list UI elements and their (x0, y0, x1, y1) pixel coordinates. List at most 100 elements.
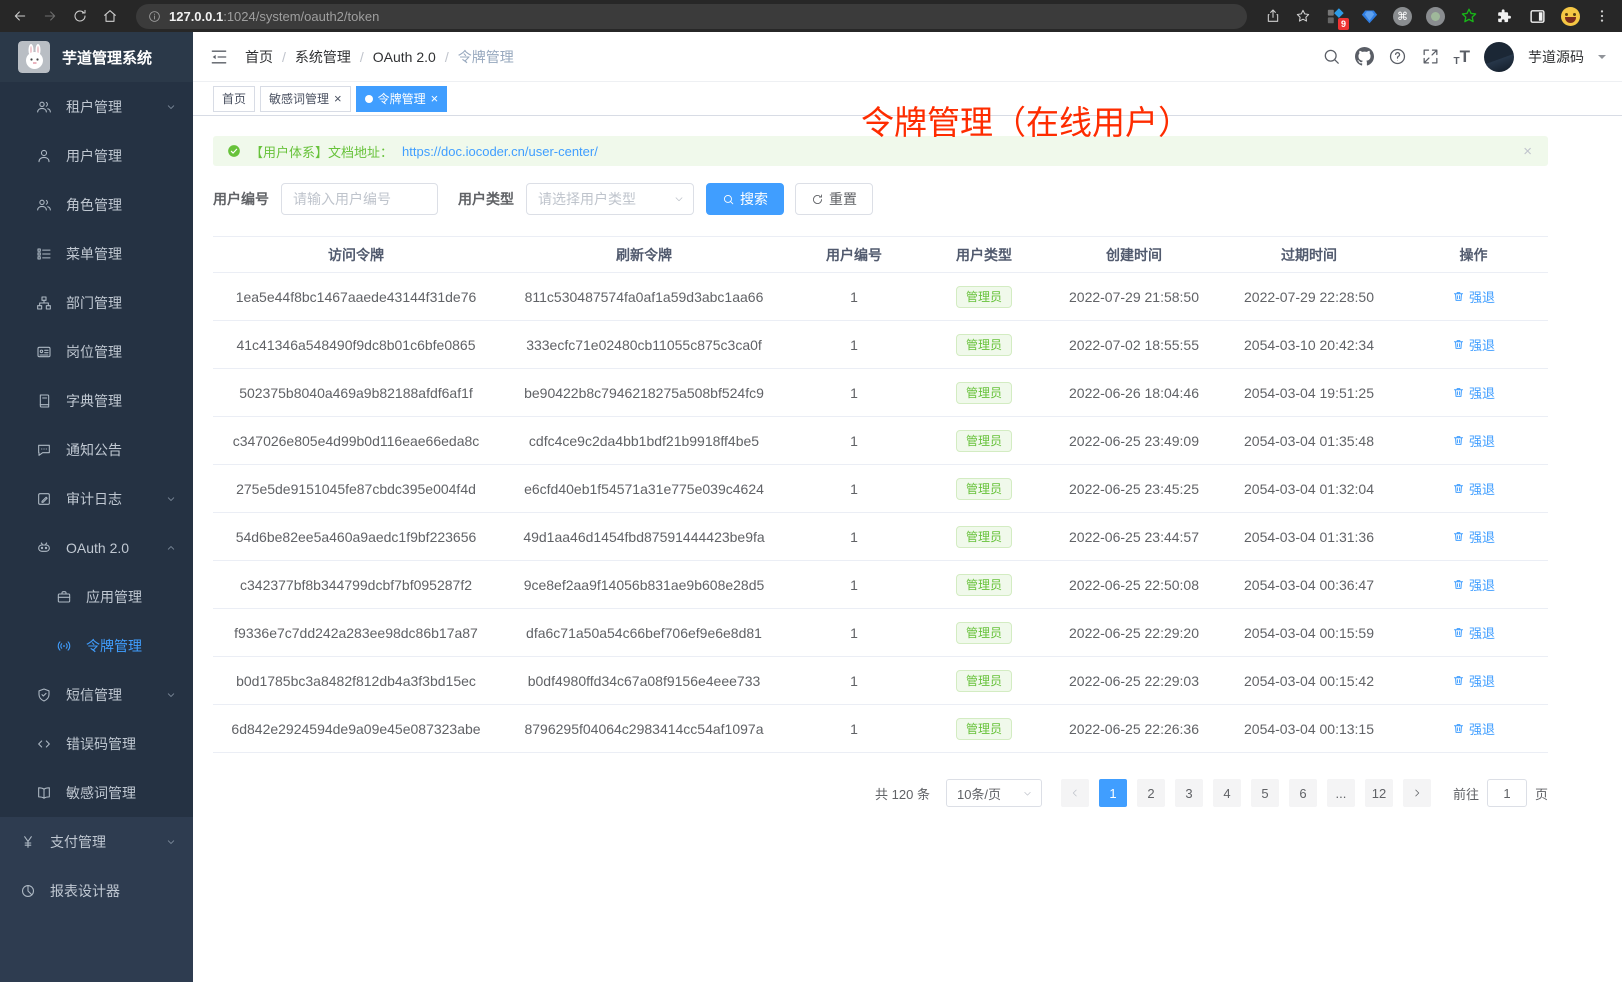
page-button-5[interactable]: 5 (1251, 779, 1279, 807)
doc-link[interactable]: https://doc.iocoder.cn/user-center/ (402, 144, 598, 159)
force-logout-button[interactable]: 强退 (1452, 719, 1495, 738)
page-button-6[interactable]: 6 (1289, 779, 1317, 807)
sidebar-item-post[interactable]: 岗位管理 (0, 327, 193, 376)
column-header: 操作 (1399, 237, 1548, 273)
app-logo[interactable]: 芋道管理系统 (0, 32, 193, 82)
breadcrumb-item[interactable]: OAuth 2.0 (373, 49, 436, 65)
font-size-icon[interactable]: TT (1454, 47, 1471, 67)
browser-home-icon[interactable] (102, 8, 118, 24)
share-icon[interactable] (1265, 8, 1281, 24)
sidebar-item-sms[interactable]: 短信管理 (0, 670, 193, 719)
pagination-more[interactable]: ... (1327, 779, 1355, 807)
github-icon[interactable] (1355, 47, 1374, 66)
sidebar-collapse-icon[interactable] (209, 47, 229, 67)
browser-menu-icon[interactable] (1594, 8, 1610, 24)
user-id-label: 用户编号 (213, 189, 269, 209)
browser-back-icon[interactable] (12, 8, 28, 24)
extension-gem-icon[interactable] (1359, 6, 1379, 26)
alert-close-icon[interactable]: × (1523, 143, 1532, 160)
tab-token[interactable]: 令牌管理× (356, 86, 448, 112)
refresh-token-cell: cdfc4ce9c2da4bb1bdf21b9918ff4be5 (499, 417, 789, 465)
sidebar-item-dict[interactable]: 字典管理 (0, 376, 193, 425)
force-logout-button[interactable]: 强退 (1452, 479, 1495, 498)
extension-record-icon[interactable] (1426, 7, 1445, 26)
goto-page-input[interactable] (1487, 779, 1527, 807)
sidebar-item-oauth2[interactable]: OAuth 2.0 (0, 523, 193, 572)
force-logout-label: 强退 (1469, 623, 1495, 642)
sidebar-menu: 租户管理用户管理角色管理菜单管理部门管理岗位管理字典管理通知公告审计日志OAut… (0, 82, 193, 915)
page-button-1[interactable]: 1 (1099, 779, 1127, 807)
page-button-12[interactable]: 12 (1365, 779, 1393, 807)
user-type-select[interactable]: 请选择用户类型 (526, 183, 694, 215)
table-body: 1ea5e44f8bc1467aaede43144f31de76811c5304… (213, 273, 1548, 753)
sidebar-item-report[interactable]: 报表设计器 (0, 866, 193, 915)
force-logout-label: 强退 (1469, 431, 1495, 450)
force-logout-button[interactable]: 强退 (1452, 527, 1495, 546)
search-icon[interactable] (1322, 47, 1341, 66)
breadcrumb-separator: / (445, 49, 449, 65)
next-page-button[interactable] (1403, 779, 1431, 807)
breadcrumb-item[interactable]: 系统管理 (295, 47, 351, 67)
sidebar-item-sensitive-word[interactable]: 敏感词管理 (0, 768, 193, 817)
user-id-input[interactable] (281, 183, 438, 215)
force-logout-button[interactable]: 强退 (1452, 335, 1495, 354)
user-name[interactable]: 芋道源码 (1528, 47, 1584, 67)
sidebar-item-label: 报表设计器 (50, 881, 120, 901)
force-logout-button[interactable]: 强退 (1452, 431, 1495, 450)
help-icon[interactable] (1388, 47, 1407, 66)
page-size-select[interactable]: 10条/页 (946, 779, 1042, 807)
browser-reload-icon[interactable] (72, 8, 88, 24)
url-bar[interactable]: 127.0.0.1:1024/system/oauth2/token (136, 4, 1247, 29)
logo-rabbit-icon (18, 41, 50, 73)
sidebar-item-pay[interactable]: 支付管理 (0, 817, 193, 866)
sidebar-item-oauth2-app[interactable]: 应用管理 (0, 572, 193, 621)
fullscreen-icon[interactable] (1421, 47, 1440, 66)
sidebar-item-user[interactable]: 用户管理 (0, 131, 193, 180)
column-header: 用户编号 (789, 237, 919, 273)
tab-sensitive-word[interactable]: 敏感词管理× (260, 86, 351, 112)
sidebar-item-dept[interactable]: 部门管理 (0, 278, 193, 327)
extension-star-icon[interactable] (1459, 6, 1479, 26)
bookmark-star-icon[interactable] (1295, 8, 1311, 24)
caret-down-icon[interactable] (1598, 55, 1606, 63)
sidebar-item-menu[interactable]: 菜单管理 (0, 229, 193, 278)
search-button[interactable]: 搜索 (706, 183, 784, 215)
table-row: 1ea5e44f8bc1467aaede43144f31de76811c5304… (213, 273, 1548, 321)
sidebar-item-tenant[interactable]: 租户管理 (0, 82, 193, 131)
close-icon[interactable]: × (431, 92, 439, 105)
sidebar-item-error-code[interactable]: 错误码管理 (0, 719, 193, 768)
user-id-cell: 1 (789, 273, 919, 321)
expire-time-cell: 2054-03-04 19:51:25 (1219, 369, 1399, 417)
action-cell: 强退 (1399, 705, 1548, 753)
prev-page-button[interactable] (1061, 779, 1089, 807)
close-icon[interactable]: × (334, 92, 342, 105)
force-logout-button[interactable]: 强退 (1452, 671, 1495, 690)
sidebar-item-label: 角色管理 (66, 195, 122, 215)
force-logout-button[interactable]: 强退 (1452, 287, 1495, 306)
force-logout-button[interactable]: 强退 (1452, 623, 1495, 642)
page-button-4[interactable]: 4 (1213, 779, 1241, 807)
page-button-3[interactable]: 3 (1175, 779, 1203, 807)
sidebar-item-oauth2-token[interactable]: 令牌管理 (0, 621, 193, 670)
extension-tabs-icon[interactable]: 9 (1325, 6, 1345, 26)
breadcrumb-separator: / (360, 49, 364, 65)
extension-command-icon[interactable]: ⌘ (1393, 7, 1412, 26)
sidebar-item-audit-log[interactable]: 审计日志 (0, 474, 193, 523)
extension-sidepanel-icon[interactable] (1527, 6, 1547, 26)
user-type-cell: 管理员 (919, 417, 1049, 465)
page-button-2[interactable]: 2 (1137, 779, 1165, 807)
force-logout-button[interactable]: 强退 (1452, 575, 1495, 594)
site-info-icon[interactable] (148, 10, 161, 23)
sidebar-item-notice[interactable]: 通知公告 (0, 425, 193, 474)
reset-button[interactable]: 重置 (795, 183, 873, 215)
user-avatar[interactable] (1484, 42, 1514, 72)
tab-home[interactable]: 首页 (213, 86, 255, 112)
sidebar-item-role[interactable]: 角色管理 (0, 180, 193, 229)
browser-forward-icon[interactable] (42, 8, 58, 24)
profile-avatar-icon[interactable] (1561, 7, 1580, 26)
extension-puzzle-icon[interactable] (1493, 6, 1513, 26)
force-logout-button[interactable]: 强退 (1452, 383, 1495, 402)
breadcrumb-item[interactable]: 首页 (245, 47, 273, 67)
user-id-cell: 1 (789, 513, 919, 561)
trash-icon (1452, 386, 1465, 399)
